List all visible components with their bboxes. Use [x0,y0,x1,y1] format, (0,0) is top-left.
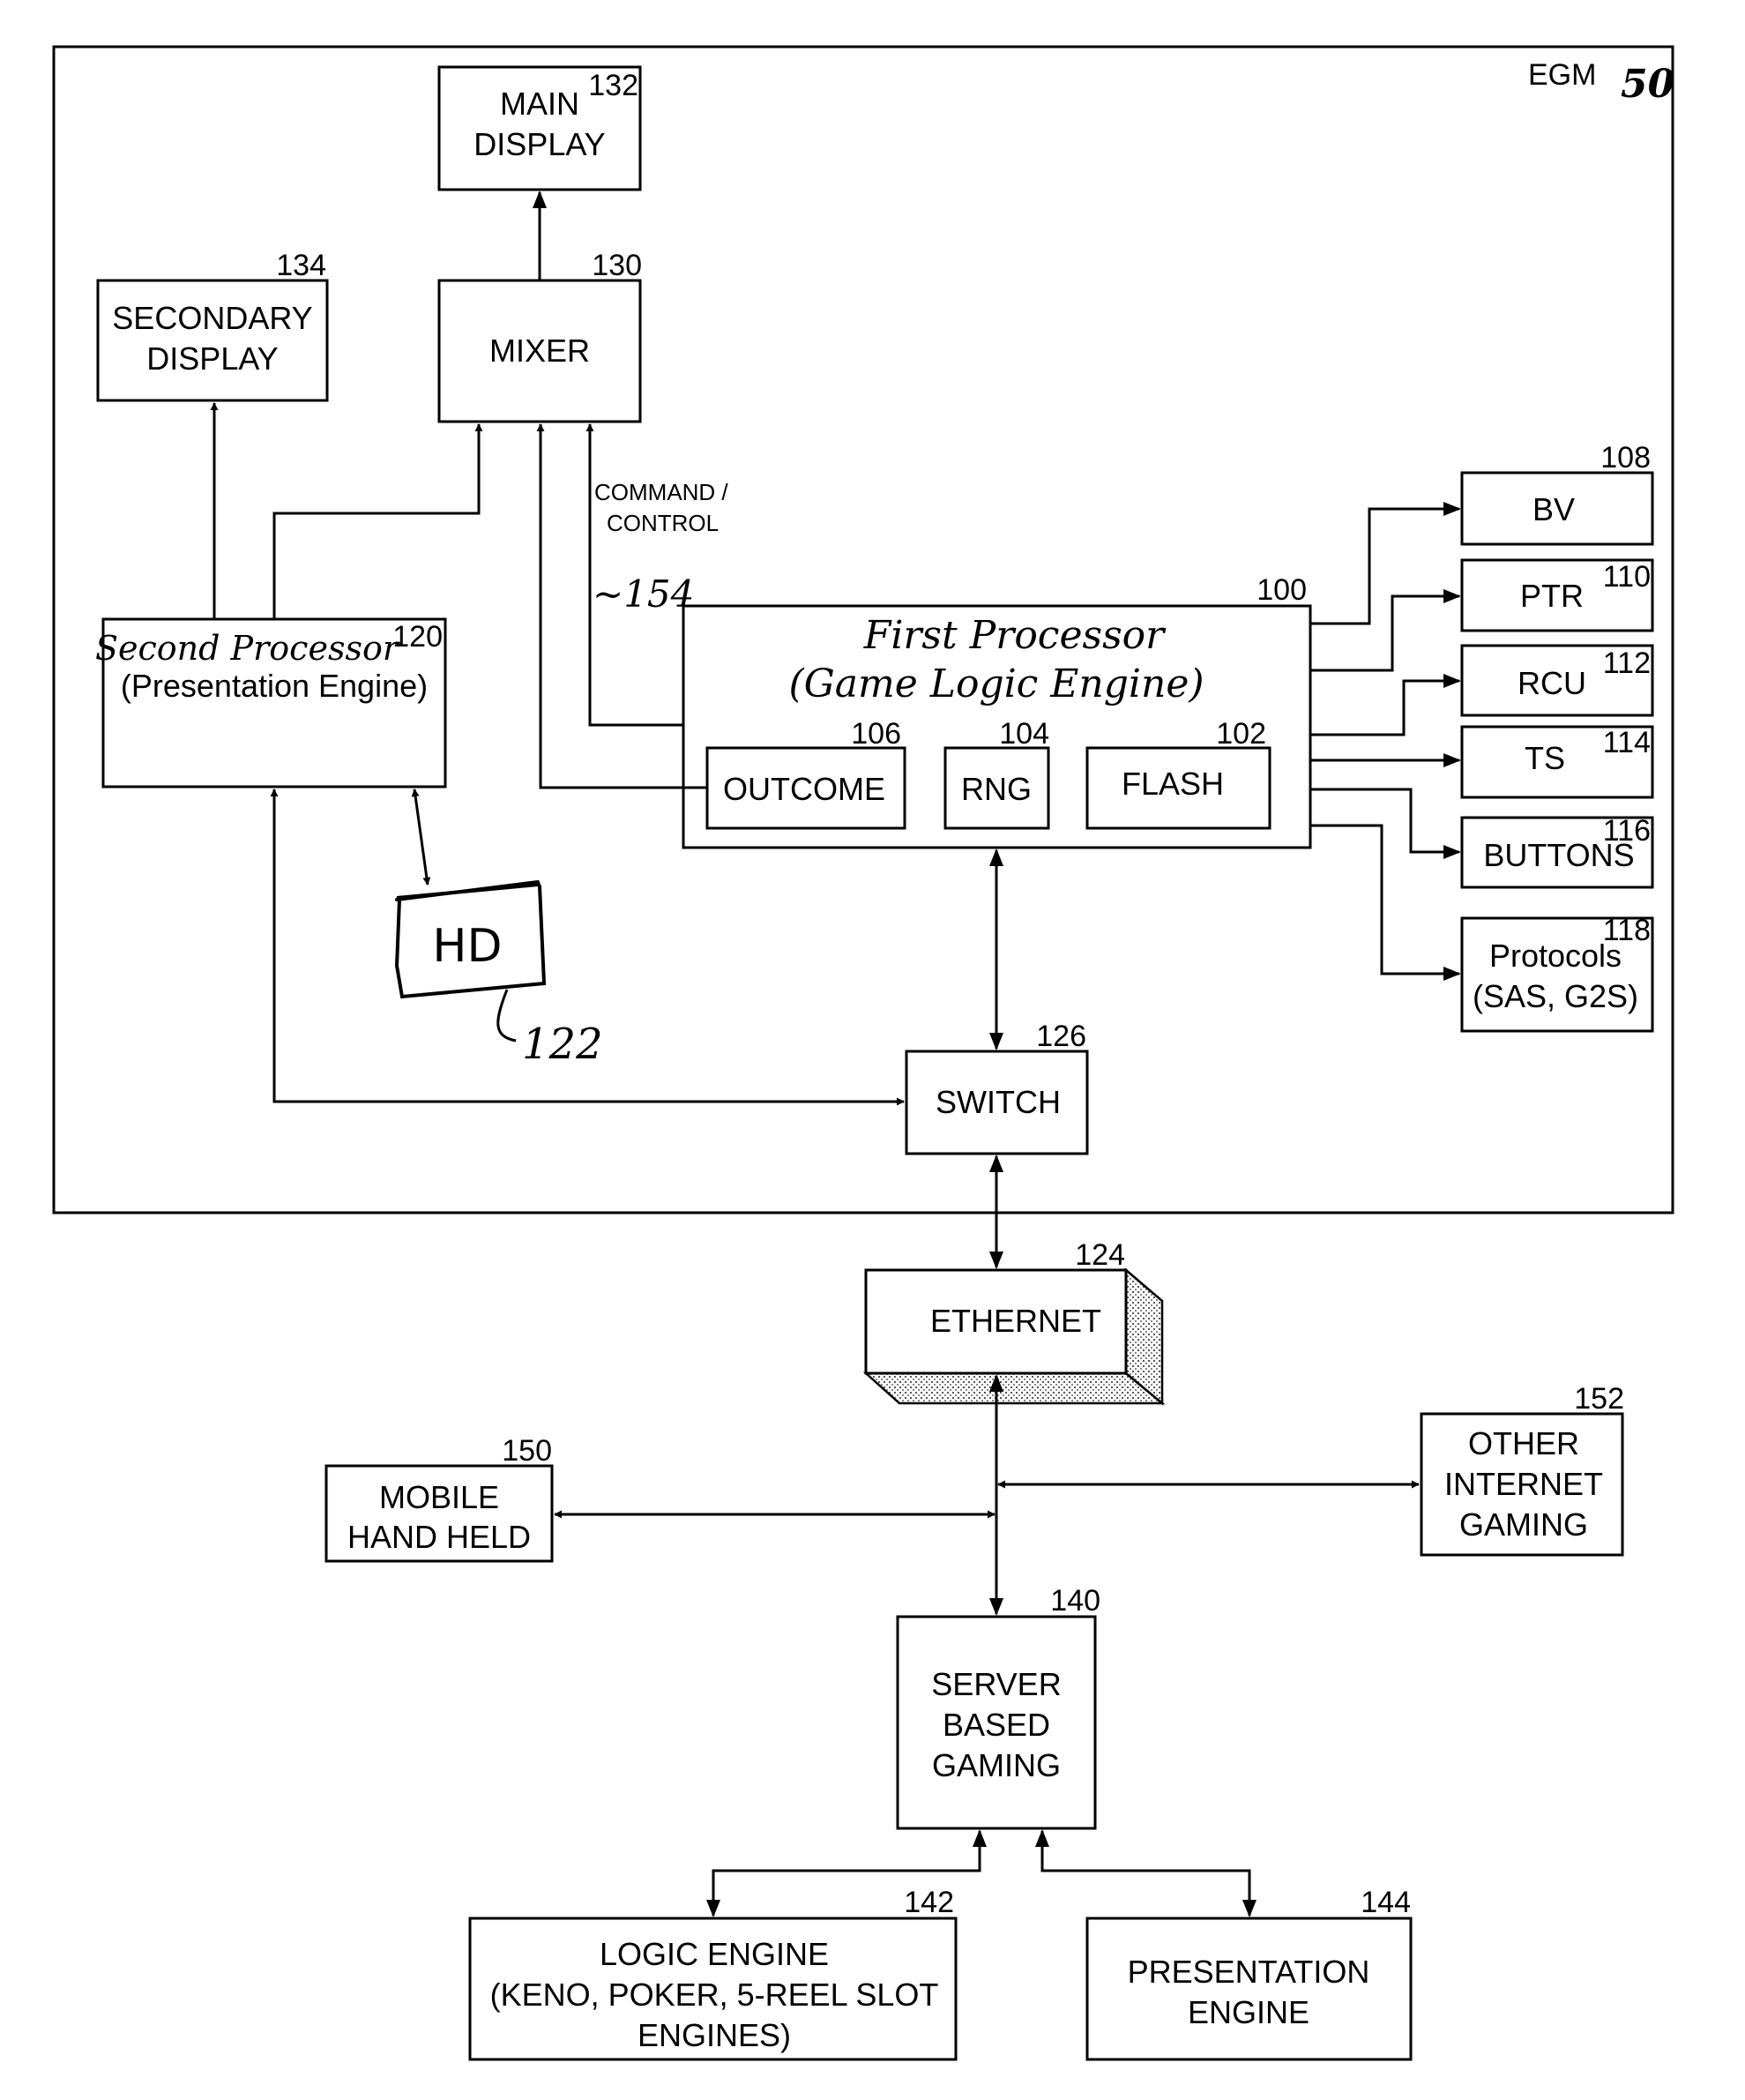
arrow-second-processor-to-mixer [272,423,483,619]
hard-drive-box: HD 122 [394,880,603,1069]
ref-132: 132 [588,69,638,102]
ethernet-block: ETHERNET 124 [862,1238,1166,1406]
ref-120: 120 [392,620,443,654]
ref-116: 116 [1603,814,1651,848]
svg-text:(Presentation Engine): (Presentation Engine) [121,668,428,704]
svg-text:FLASH: FLASH [1122,766,1224,802]
egm-label: EGM [1528,58,1596,92]
mobile-hand-held-box: MOBILE HAND HELD 150 [324,1434,554,1563]
svg-text:PRESENTATION: PRESENTATION [1128,1954,1370,1990]
bv-box: BV 108 [1460,441,1654,546]
svg-text:SERVER: SERVER [931,1666,1061,1702]
secondary-display-box: SECONDARY DISPLAY 134 [96,249,329,402]
ref-112: 112 [1603,646,1651,680]
svg-text:ENGINE: ENGINE [1188,1994,1309,2030]
svg-text:BV: BV [1532,491,1575,527]
ref-114: 114 [1603,726,1651,759]
ref-130: 130 [592,249,642,282]
ref-100: 100 [1257,573,1307,607]
ref-110: 110 [1603,560,1651,594]
arrow-server-presentation-engine [1035,1829,1257,1917]
svg-text:HD: HD [432,920,502,973]
arrow-to-rcu [1310,674,1461,736]
ref-134: 134 [276,249,326,282]
arrow-to-protocols [1310,824,1461,981]
svg-text:ETHERNET: ETHERNET [930,1303,1101,1339]
egm-block-diagram: EGM 50 MAIN DISPLAY 132 MIXER 130 SECOND… [52,45,1675,2061]
svg-text:MOBILE: MOBILE [379,1479,499,1515]
svg-text:BASED: BASED [943,1707,1050,1743]
protocols-box: Protocols (SAS, G2S) 118 [1460,914,1654,1033]
ptr-box: PTR 110 [1460,558,1654,632]
other-internet-gaming-box: OTHER INTERNET GAMING 152 [1420,1382,1624,1557]
ref-126: 126 [1036,1020,1086,1053]
ref-106: 106 [851,717,901,751]
svg-text:MAIN: MAIN [500,86,579,122]
ref-144: 144 [1361,1886,1411,1919]
svg-text:(KENO, POKER, 5-REEL SLOT: (KENO, POKER, 5-REEL SLOT [490,1977,939,2013]
svg-text:DISPLAY: DISPLAY [146,340,278,377]
svg-text:OUTCOME: OUTCOME [723,771,885,807]
second-processor-box: Second Processor (Presentation Engine) 1… [95,617,447,788]
ref-108: 108 [1600,441,1651,475]
ref-122: 122 [522,1020,603,1069]
buttons-box: BUTTONS 116 [1460,814,1654,889]
egm-ref: 50 [1621,62,1675,107]
svg-text:ENGINES): ENGINES) [638,2017,791,2053]
svg-text:OTHER: OTHER [1468,1425,1579,1461]
svg-text:SECONDARY: SECONDARY [112,300,312,336]
svg-text:(Game Logic Engine): (Game Logic Engine) [788,661,1204,706]
main-display-box: MAIN DISPLAY 132 [437,65,642,191]
svg-text:(SAS, G2S): (SAS, G2S) [1473,978,1638,1014]
svg-text:GAMING: GAMING [932,1747,1061,1783]
ts-box: TS 114 [1460,725,1654,799]
server-based-gaming-box: SERVER BASED GAMING 140 [896,1584,1100,1830]
ref-140: 140 [1050,1584,1100,1618]
svg-text:RCU: RCU [1518,665,1586,701]
svg-text:RNG: RNG [961,771,1032,807]
arrow-second-processor-hard-drive [411,788,431,886]
rcu-box: RCU 112 [1460,644,1654,717]
svg-text:PTR: PTR [1520,578,1584,614]
svg-text:LOGIC ENGINE: LOGIC ENGINE [600,1936,829,1972]
svg-text:GAMING: GAMING [1459,1506,1588,1543]
ref-154: ~154 [593,572,694,616]
svg-text:HAND HELD: HAND HELD [347,1519,531,1555]
ref-152: 152 [1574,1382,1624,1416]
svg-text:SWITCH: SWITCH [936,1084,1061,1120]
ref-142: 142 [904,1886,954,1919]
arrow-to-bv [1310,502,1461,625]
svg-text:DISPLAY: DISPLAY [474,126,605,162]
svg-text:INTERNET: INTERNET [1444,1466,1603,1502]
ref-118: 118 [1603,914,1651,947]
svg-text:Protocols: Protocols [1489,938,1622,974]
arrow-to-ptr [1310,589,1461,672]
svg-text:MIXER: MIXER [489,333,590,369]
svg-text:TS: TS [1525,740,1565,776]
svg-text:Second Processor: Second Processor [95,629,401,668]
ref-124: 124 [1075,1238,1125,1272]
command-control-label-2: CONTROL [607,510,719,536]
ref-102: 102 [1216,717,1266,751]
command-control-label: COMMAND / [594,479,728,505]
ref-104: 104 [999,717,1049,751]
arrow-to-buttons [1310,788,1461,859]
svg-text:First Processor: First Processor [863,613,1167,658]
ref-150: 150 [502,1434,552,1468]
